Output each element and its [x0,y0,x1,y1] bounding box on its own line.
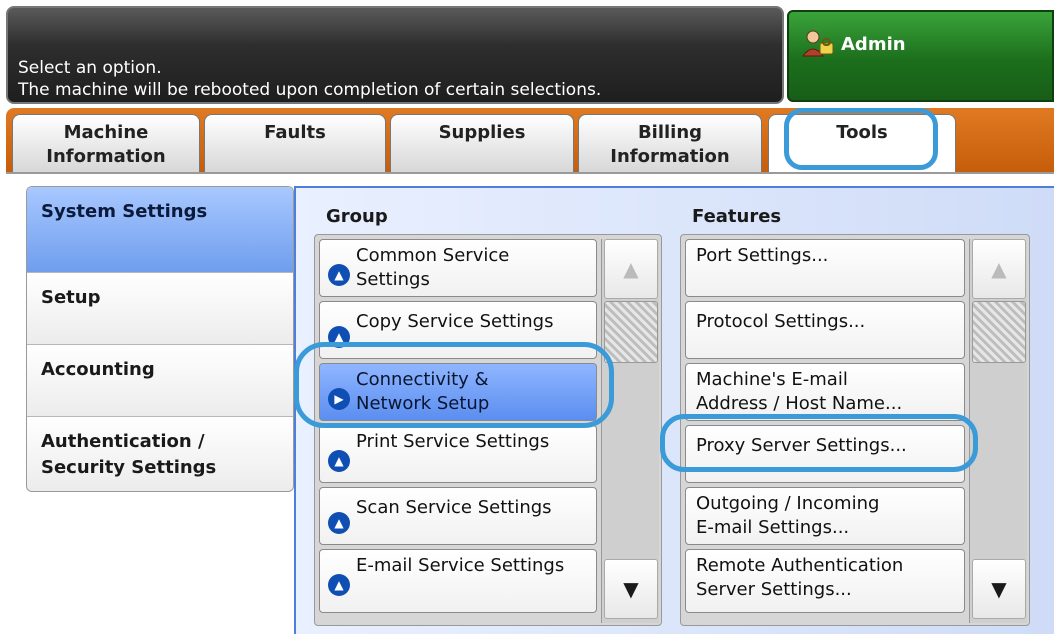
message-bar: Select an option. The machine will be re… [6,6,784,104]
group-scrollbar[interactable]: ▲ ▼ [601,239,659,623]
scroll-down-icon: ▼ [991,577,1007,601]
feature-item-label: Address / Host Name... [696,393,903,414]
group-item-label: Common Service [356,245,510,266]
sidebar-item-label: System Settings [41,201,208,222]
features-list: Port Settings... Protocol Settings... Ma… [680,234,1030,626]
group-item-label: Copy Service Settings [356,311,554,332]
features-scrollbar[interactable]: ▲ ▼ [969,239,1027,623]
tab-label: Supplies [438,122,526,143]
group-item-copy-service[interactable]: ▲ Copy Service Settings [319,301,597,359]
group-item-common-service[interactable]: ▲ Common Service Settings [319,239,597,297]
admin-user-icon [802,30,834,57]
expand-arrow-icon: ▲ [328,574,350,596]
sidebar-item-label: Authentication / [41,431,205,452]
sidebar: System Settings Setup Accounting Authent… [26,186,294,492]
expand-arrow-icon: ▲ [328,512,350,534]
group-item-label: Network Setup [356,393,490,414]
feature-machine-email-address[interactable]: Machine's E-mail Address / Host Name... [685,363,965,421]
sidebar-item-label: Security Settings [41,457,217,478]
feature-item-label: Port Settings... [696,245,829,266]
feature-item-label: Proxy Server Settings... [696,435,907,456]
sidebar-item-label: Accounting [41,359,155,380]
feature-remote-authentication[interactable]: Remote Authentication Server Settings... [685,549,965,613]
tab-tools[interactable]: Tools [768,114,956,176]
message-text: Select an option. [18,58,162,78]
tab-strip: Machine Information Faults Supplies Bill… [6,108,1054,176]
tab-machine-information[interactable]: Machine Information [12,114,200,174]
feature-item-label: Machine's E-mail [696,369,848,390]
tab-label: Information [610,146,730,167]
tab-faults[interactable]: Faults [204,114,386,174]
feature-protocol-settings[interactable]: Protocol Settings... [685,301,965,359]
expand-arrow-icon: ▲ [328,264,350,286]
scroll-down-icon: ▼ [623,577,639,601]
admin-button[interactable]: Admin [787,10,1054,102]
feature-port-settings[interactable]: Port Settings... [685,239,965,297]
tab-label: Faults [264,122,326,143]
group-item-label: Scan Service Settings [356,497,552,518]
feature-item-label: Outgoing / Incoming [696,493,880,514]
tab-label: Machine [63,122,149,143]
group-item-label: Settings [356,269,430,290]
features-scroll-thumb[interactable] [972,301,1026,363]
group-list: ▲ Common Service Settings ▲ Copy Service … [314,234,662,626]
feature-proxy-server-settings[interactable]: Proxy Server Settings... [685,425,965,483]
group-item-label: Print Service Settings [356,431,550,452]
feature-item-label: Protocol Settings... [696,311,866,332]
group-scroll-up-button[interactable]: ▲ [604,239,658,299]
feature-outgoing-incoming-email[interactable]: Outgoing / Incoming E-mail Settings... [685,487,965,545]
content-area: System Settings Setup Accounting Authent… [6,172,1054,634]
sidebar-item-accounting[interactable]: Accounting [27,345,293,417]
settings-panel: Group Features ▲ Common Service Settings … [294,186,1054,634]
group-item-label: Connectivity & [356,369,489,390]
features-scroll-up-button[interactable]: ▲ [972,239,1026,299]
scroll-up-icon: ▲ [991,257,1007,281]
selected-arrow-icon: ▶ [328,388,350,410]
sidebar-item-authentication-security[interactable]: Authentication / Security Settings [27,417,293,491]
reboot-notice-text: The machine will be rebooted upon comple… [18,80,602,100]
expand-arrow-icon: ▲ [328,326,350,348]
tab-label: Billing [637,122,703,143]
feature-item-label: Remote Authentication [696,555,904,576]
tab-label: Information [46,146,166,167]
tab-billing-information[interactable]: Billing Information [578,114,762,174]
group-header: Group [326,206,388,227]
feature-item-label: E-mail Settings... [696,517,850,538]
feature-item-label: Server Settings... [696,579,852,600]
group-scroll-thumb[interactable] [604,301,658,363]
group-item-label: E-mail Service Settings [356,555,565,576]
admin-label: Admin [841,34,906,55]
sidebar-item-label: Setup [41,287,101,308]
group-item-print-service[interactable]: ▲ Print Service Settings [319,425,597,483]
group-item-email-service[interactable]: ▲ E-mail Service Settings [319,549,597,613]
group-item-connectivity-network[interactable]: ▶ Connectivity & Network Setup [319,363,597,421]
sidebar-item-system-settings[interactable]: System Settings [27,187,293,273]
scroll-up-icon: ▲ [623,257,639,281]
features-header: Features [692,206,782,227]
features-scroll-down-button[interactable]: ▼ [972,559,1026,619]
tab-label: Tools [836,122,888,143]
tab-supplies[interactable]: Supplies [390,114,574,174]
group-scroll-down-button[interactable]: ▼ [604,559,658,619]
group-item-scan-service[interactable]: ▲ Scan Service Settings [319,487,597,545]
expand-arrow-icon: ▲ [328,450,350,472]
sidebar-item-setup[interactable]: Setup [27,273,293,345]
